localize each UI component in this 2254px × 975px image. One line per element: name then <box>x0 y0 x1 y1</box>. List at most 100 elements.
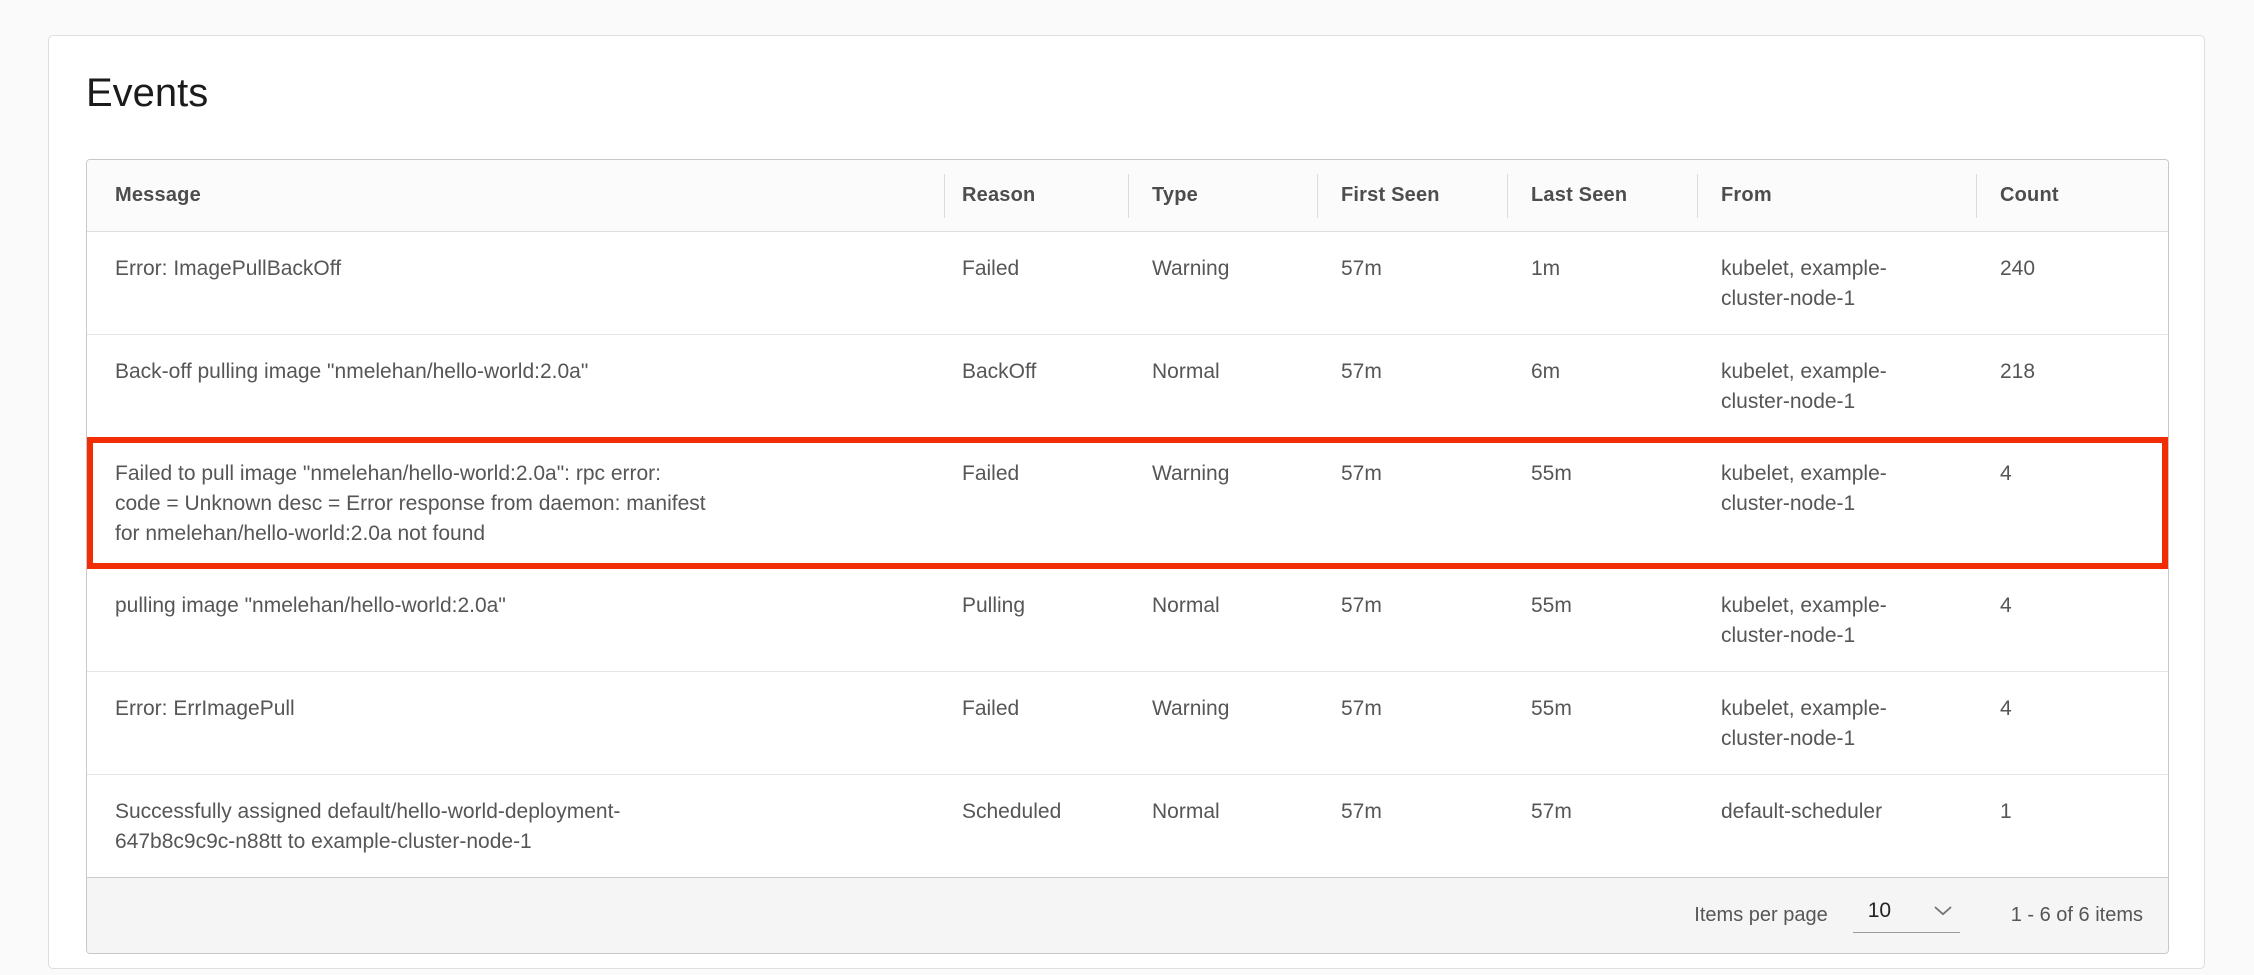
cell-text-from: default-scheduler <box>1721 797 1941 827</box>
cell-text-from: kubelet, example-cluster-node-1 <box>1721 357 1941 417</box>
cell-text-last_seen: 6m <box>1531 357 1687 387</box>
cell-reason: Failed <box>944 232 1128 334</box>
table-row-highlighted[interactable]: Failed to pull image "nmelehan/hello-wor… <box>87 437 2168 569</box>
cell-text-last_seen: 55m <box>1531 694 1687 724</box>
cell-last_seen: 55m <box>1507 672 1697 774</box>
cell-text-first_seen: 57m <box>1341 459 1497 489</box>
table-footer: Items per page 10 1 - 6 of 6 items <box>87 877 2168 953</box>
items-per-page-value: 10 <box>1868 899 1891 923</box>
cell-text-count: 4 <box>2000 591 2158 621</box>
cell-last_seen: 55m <box>1507 443 1697 563</box>
cell-first_seen: 57m <box>1317 232 1507 334</box>
cell-text-message: Error: ErrImagePull <box>115 694 708 724</box>
cell-text-count: 4 <box>2000 459 2152 489</box>
cell-type: Warning <box>1128 672 1317 774</box>
cell-text-count: 4 <box>2000 694 2158 724</box>
cell-text-last_seen: 55m <box>1531 459 1687 489</box>
column-header-message: Message <box>87 160 944 231</box>
cell-count: 4 <box>1976 672 2168 774</box>
cell-from: kubelet, example-cluster-node-1 <box>1697 443 1976 563</box>
cell-reason: BackOff <box>944 335 1128 437</box>
cell-text-reason: Failed <box>962 459 1118 489</box>
items-per-page-label: Items per page <box>1694 904 1827 927</box>
column-header-type: Type <box>1128 160 1317 231</box>
cell-count: 218 <box>1976 335 2168 437</box>
column-header-from: From <box>1697 160 1976 231</box>
table-row[interactable]: Error: ImagePullBackOff Failed Warning 57m 1… <box>87 232 2168 334</box>
cell-text-from: kubelet, example-cluster-node-1 <box>1721 694 1941 754</box>
cell-text-count: 1 <box>2000 797 2158 827</box>
cell-message: Failed to pull image "nmelehan/hello-wor… <box>93 443 944 563</box>
table-body: Error: ImagePullBackOff Failed Warning 57m 1… <box>87 232 2168 877</box>
cell-text-first_seen: 57m <box>1341 254 1497 284</box>
column-header-first_seen: First Seen <box>1317 160 1507 231</box>
cell-text-message: Error: ImagePullBackOff <box>115 254 708 284</box>
cell-type: Normal <box>1128 569 1317 671</box>
cell-from: kubelet, example-cluster-node-1 <box>1697 335 1976 437</box>
cell-text-reason: Scheduled <box>962 797 1118 827</box>
cell-text-type: Warning <box>1152 694 1307 724</box>
table-row[interactable]: Error: ErrImagePullFailedWarning57m55mku… <box>87 671 2168 774</box>
cell-text-type: Normal <box>1152 591 1307 621</box>
cell-text-type: Normal <box>1152 797 1307 827</box>
events-card: Events MessageReasonTypeFirst SeenLast S… <box>48 35 2205 969</box>
cell-text-count: 218 <box>2000 357 2158 387</box>
cell-type: Warning <box>1128 443 1317 563</box>
cell-message: Back-off pulling image "nmelehan/hello-w… <box>87 335 944 437</box>
cell-text-last_seen: 55m <box>1531 591 1687 621</box>
cell-text-type: Warning <box>1152 459 1307 489</box>
cell-first_seen: 57m <box>1317 775 1507 877</box>
cell-type: Warning <box>1128 232 1317 334</box>
cell-text-first_seen: 57m <box>1341 797 1497 827</box>
cell-text-type: Warning <box>1152 254 1307 284</box>
table-row[interactable]: Successfully assigned default/hello-worl… <box>87 774 2168 877</box>
table-row[interactable]: Back-off pulling image "nmelehan/hello-w… <box>87 334 2168 437</box>
cell-last_seen: 57m <box>1507 775 1697 877</box>
cell-first_seen: 57m <box>1317 569 1507 671</box>
cell-text-reason: Pulling <box>962 591 1118 621</box>
cell-text-first_seen: 57m <box>1341 357 1497 387</box>
cell-text-from: kubelet, example-cluster-node-1 <box>1721 591 1941 651</box>
cell-text-last_seen: 1m <box>1531 254 1687 284</box>
cell-text-message: Successfully assigned default/hello-worl… <box>115 797 708 857</box>
cell-text-first_seen: 57m <box>1341 694 1497 724</box>
cell-count: 1 <box>1976 775 2168 877</box>
cell-text-message: Back-off pulling image "nmelehan/hello-w… <box>115 357 708 387</box>
cell-first_seen: 57m <box>1317 335 1507 437</box>
cell-message: Error: ImagePullBackOff <box>87 232 944 334</box>
column-header-reason: Reason <box>944 160 1128 231</box>
cell-message: pulling image "nmelehan/hello-world:2.0a… <box>87 569 944 671</box>
cell-count: 240 <box>1976 232 2168 334</box>
page-title: Events <box>86 69 2167 117</box>
column-header-last_seen: Last Seen <box>1507 160 1697 231</box>
events-table: MessageReasonTypeFirst SeenLast SeenFrom… <box>86 159 2169 954</box>
cell-from: kubelet, example-cluster-node-1 <box>1697 672 1976 774</box>
cell-last_seen: 1m <box>1507 232 1697 334</box>
cell-text-reason: BackOff <box>962 357 1118 387</box>
cell-from: kubelet, example-cluster-node-1 <box>1697 232 1976 334</box>
cell-text-message: Failed to pull image "nmelehan/hello-wor… <box>115 459 708 549</box>
cell-type: Normal <box>1128 335 1317 437</box>
cell-from: default-scheduler <box>1697 775 1976 877</box>
cell-last_seen: 55m <box>1507 569 1697 671</box>
cell-text-reason: Failed <box>962 254 1118 284</box>
cell-from: kubelet, example-cluster-node-1 <box>1697 569 1976 671</box>
cell-text-count: 240 <box>2000 254 2158 284</box>
cell-text-type: Normal <box>1152 357 1307 387</box>
cell-count: 4 <box>1976 443 2162 563</box>
cell-message: Successfully assigned default/hello-worl… <box>87 775 944 877</box>
cell-text-message: pulling image "nmelehan/hello-world:2.0a… <box>115 591 708 621</box>
table-header-row: MessageReasonTypeFirst SeenLast SeenFrom… <box>87 160 2168 232</box>
cell-reason: Scheduled <box>944 775 1128 877</box>
column-header-count: Count <box>1976 160 2168 231</box>
cell-reason: Failed <box>944 443 1128 563</box>
table-row[interactable]: pulling image "nmelehan/hello-world:2.0a… <box>87 569 2168 671</box>
cell-first_seen: 57m <box>1317 672 1507 774</box>
cell-text-first_seen: 57m <box>1341 591 1497 621</box>
chevron-down-icon <box>1934 906 1952 916</box>
cell-count: 4 <box>1976 569 2168 671</box>
pagination-range: 1 - 6 of 6 items <box>2011 904 2143 927</box>
cell-type: Normal <box>1128 775 1317 877</box>
cell-text-from: kubelet, example-cluster-node-1 <box>1721 459 1941 519</box>
items-per-page-select[interactable]: 10 <box>1853 899 1960 933</box>
